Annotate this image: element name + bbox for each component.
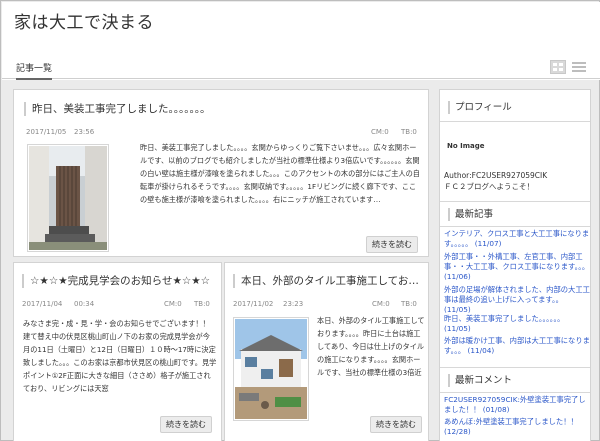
- recent-comment-link[interactable]: あめんぼ:外壁塗装工事完了しました！！ (12/28): [444, 417, 590, 437]
- article-card: 昨日、美装工事完了しました。。。。。。。 2017/11/05 23:56 CM…: [13, 89, 429, 257]
- article-time: 23:23: [283, 300, 304, 308]
- recent-post-link[interactable]: 昨日、美装工事完了しました。。。。。。 (11/05): [444, 314, 590, 334]
- recent-posts-heading: 最新記事: [448, 208, 584, 221]
- divider: [440, 201, 590, 202]
- recent-post-link[interactable]: 外部の足場が解体されました、内部の大工工事は最終の追い上げに入ってます。。 (1…: [444, 285, 590, 315]
- trackback-count[interactable]: TB:0: [401, 128, 417, 136]
- profile-heading: プロフィール: [448, 101, 584, 114]
- recent-comments-heading: 最新コメント: [448, 374, 584, 387]
- article-card: ☆★☆★完成見学会のお知らせ★☆★☆ 2017/11/04 00:34 CM:0…: [13, 262, 222, 441]
- article-date: 2017/11/02: [233, 300, 274, 308]
- read-more-button[interactable]: 続きを読む: [366, 236, 418, 253]
- article-title[interactable]: ☆★☆★完成見学会のお知らせ★☆★☆: [22, 274, 217, 288]
- article-card: 本日、外部のタイル工事施工しております… 2017/11/02 23:23 CM…: [224, 262, 429, 441]
- read-more-button[interactable]: 続きを読む: [370, 416, 422, 433]
- article-time: 23:56: [74, 128, 95, 136]
- recent-post-link[interactable]: 外部は暖かけ工事、内部は大工工事になります。。。 (11/04): [444, 336, 590, 356]
- article-excerpt: 本日、外部のタイル工事施工しております。。。。昨日に土台は施工してあり、今日は仕…: [317, 316, 425, 378]
- trackback-count[interactable]: TB:0: [194, 300, 210, 308]
- list-view-icon[interactable]: [571, 60, 587, 74]
- article-time: 00:34: [74, 300, 95, 308]
- article-title[interactable]: 昨日、美装工事完了しました。。。。。。。: [24, 102, 404, 116]
- comment-count[interactable]: CM:0: [164, 300, 182, 308]
- sidebar: プロフィール No Image Author:FC2USER927059CIK …: [439, 89, 591, 441]
- page-frame: 家は大工で決まる 記事一覧 昨日、美装工事完了しました。。。。。。。 2017/…: [0, 0, 600, 441]
- view-navbar: 記事一覧: [2, 57, 600, 80]
- divider: [440, 121, 590, 122]
- tab-article-list[interactable]: 記事一覧: [16, 61, 53, 80]
- comment-count[interactable]: CM:0: [372, 300, 390, 308]
- divider: [440, 367, 590, 368]
- profile-author: Author:FC2USER927059CIK ＦＣ２ブログへようこそ！: [444, 171, 548, 191]
- recent-comment-link[interactable]: FC2USER927059CIK:外壁塗装工事完了しました！！ (01/08): [444, 395, 590, 415]
- article-excerpt: みなさま完・成・見・学・会のお知らせでございます！！ 建て替え中の伏見区桃山町山…: [23, 319, 217, 394]
- trackback-count[interactable]: TB:0: [401, 300, 417, 308]
- article-thumbnail[interactable]: [27, 144, 109, 252]
- divider: [440, 392, 590, 393]
- construction-photo: [235, 319, 307, 419]
- divider: [440, 226, 590, 227]
- entrance-photo: [29, 146, 107, 250]
- article-excerpt: 昨日、美装工事完了しました。。。。玄関からゆっくりご覧下さいませ。。。広々玄関ホ…: [140, 143, 420, 205]
- comment-count[interactable]: CM:0: [371, 128, 389, 136]
- article-date: 2017/11/05: [26, 128, 67, 136]
- article-title[interactable]: 本日、外部のタイル工事施工しております…: [233, 274, 423, 288]
- article-date: 2017/11/04: [22, 300, 63, 308]
- recent-post-link[interactable]: 外部工事・・外構工事、左官工事、内部工事・・大工工事、クロス工事になります。。。…: [444, 252, 590, 282]
- article-list: 昨日、美装工事完了しました。。。。。。。 2017/11/05 23:56 CM…: [13, 89, 429, 441]
- read-more-button[interactable]: 続きを読む: [160, 416, 212, 433]
- profile-image-placeholder: No Image: [447, 142, 485, 150]
- article-thumbnail[interactable]: [233, 317, 309, 421]
- grid-view-icon[interactable]: [550, 60, 566, 74]
- recent-post-link[interactable]: インテリア、クロス工事と大工工事になります。。。。。 (11/07): [444, 229, 590, 249]
- site-title[interactable]: 家は大工で決まる: [14, 8, 154, 33]
